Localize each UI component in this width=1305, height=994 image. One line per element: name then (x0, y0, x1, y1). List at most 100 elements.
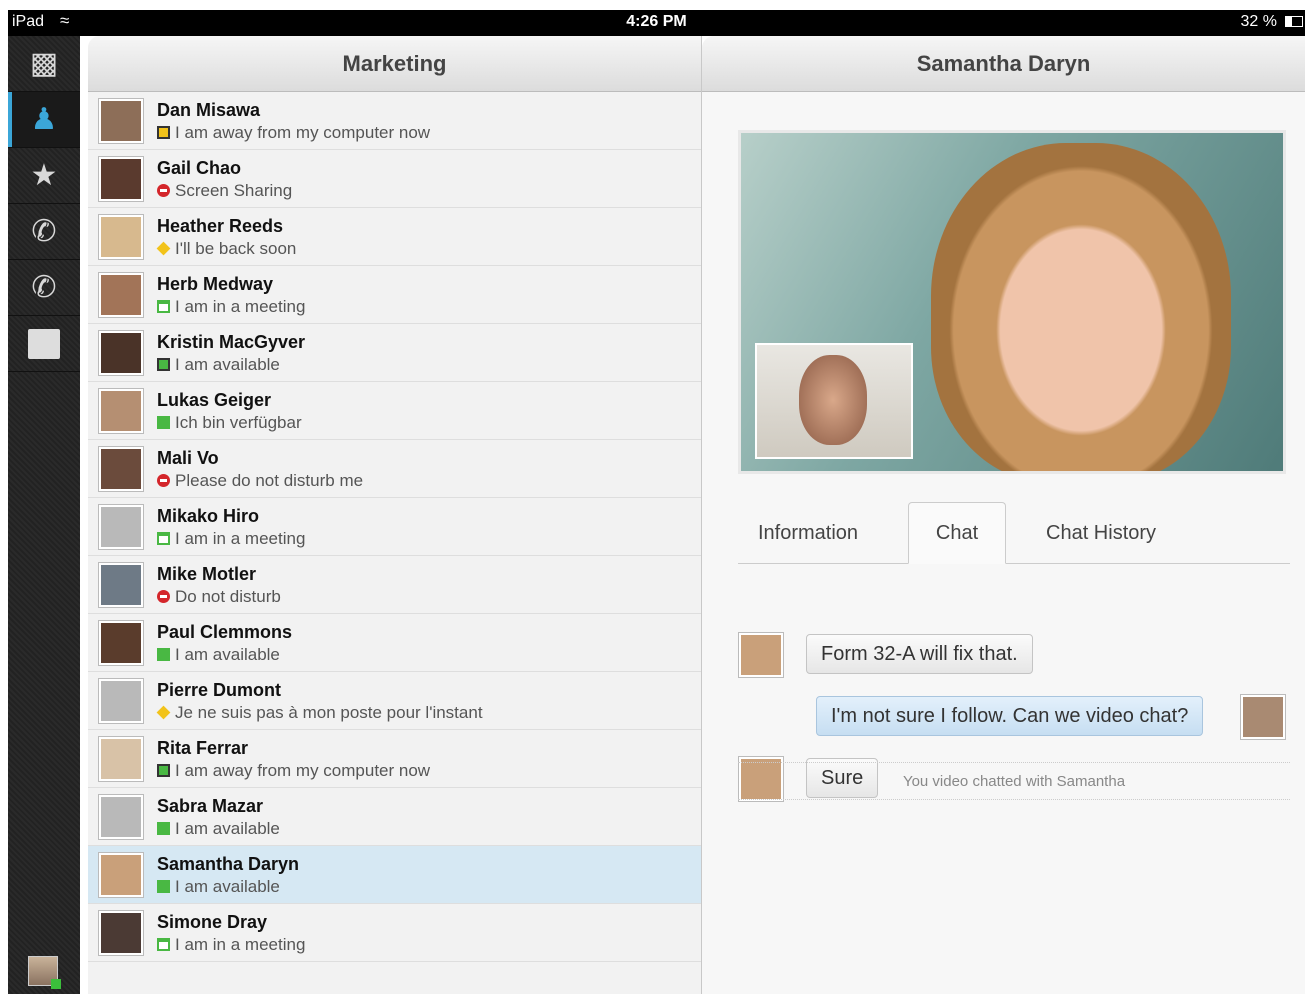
contact-row[interactable]: Dan Misawa I am away from my computer now (88, 92, 701, 150)
nav-calls[interactable]: ✆ (8, 204, 80, 260)
contact-name: Mali Vo (157, 448, 219, 468)
contact-row[interactable]: Simone Dray I am in a meeting (88, 904, 701, 962)
contact-name: Rita Ferrar (157, 738, 249, 758)
contact-name: Sabra Mazar (157, 796, 264, 816)
phone-icon: ✆ (31, 215, 57, 248)
avatar (98, 504, 144, 550)
message-bubble: Form 32-A will fix that. (806, 634, 1033, 674)
contact-status: I am away from my computer now (157, 761, 430, 781)
status-bar: iPad ≈ 4:26 PM 32 % (8, 10, 1305, 36)
presence-available-icon (157, 880, 170, 893)
contact-row[interactable]: Mali Vo Please do not disturb me (88, 440, 701, 498)
tab-information[interactable]: Information (758, 502, 858, 564)
avatar (98, 736, 144, 782)
contact-row[interactable]: Rita Ferrar I am away from my computer no… (88, 730, 701, 788)
avatar (98, 330, 144, 376)
contact-name: Simone Dray (157, 912, 268, 932)
contact-name: Mikako Hiro (157, 506, 260, 526)
contact-status: Please do not disturb me (157, 471, 363, 491)
contact-row[interactable]: Mike Motler Do not disturb (88, 556, 701, 614)
presence-away-icon (157, 764, 170, 777)
contact-name: Lukas Geiger (157, 390, 272, 410)
contact-row[interactable]: Gail Chao Screen Sharing (88, 150, 701, 208)
contact-row[interactable]: Pierre Dumont Je ne suis pas à mon poste … (88, 672, 701, 730)
battery-icon (1285, 16, 1303, 27)
contact-status: I am in a meeting (157, 529, 305, 549)
avatar (98, 214, 144, 260)
tab-chat[interactable]: Chat (908, 502, 1006, 564)
contact-status: Do not disturb (157, 587, 281, 607)
avatar (98, 272, 144, 318)
my-avatar[interactable] (28, 956, 61, 989)
presence-meeting-icon (157, 938, 170, 951)
presence-meeting-icon (157, 300, 170, 313)
nav-contacts[interactable]: ♟ (8, 92, 80, 148)
remote-video-face (931, 143, 1231, 471)
avatar (98, 446, 144, 492)
phone-icon: ✆ (31, 271, 57, 304)
contact-row[interactable]: Mikako Hiro I am in a meeting (88, 498, 701, 556)
contact-name: Kristin MacGyver (157, 332, 306, 352)
presence-away-y-icon (157, 126, 170, 139)
avatar (98, 562, 144, 608)
contact-row[interactable]: Paul Clemmons I am available (88, 614, 701, 672)
contact-list[interactable]: I am in a meeting Dan Misawa I am away fro… (88, 72, 701, 962)
tab-chat-history[interactable]: Chat History (1046, 502, 1156, 564)
contact-status: Je ne suis pas à mon poste pour l'instan… (156, 703, 483, 723)
video-call-view[interactable] (738, 130, 1286, 474)
contact-row[interactable]: Lukas Geiger Ich bin verfügbar (88, 382, 701, 440)
contact-name: Dan Misawa (157, 100, 261, 120)
avatar (98, 620, 144, 666)
avatar (98, 794, 144, 840)
contact-status: I am away from my computer now (157, 123, 430, 143)
nav-favorites[interactable]: ★ (8, 148, 80, 204)
contact-row[interactable]: Samantha Daryn I am available (88, 846, 701, 904)
presence-dnd-icon (157, 590, 170, 603)
contacts-person-icon: ♟ (30, 103, 58, 136)
contact-row[interactable]: Herb Medway I am in a meeting (88, 266, 701, 324)
contact-name: Gail Chao (157, 158, 242, 178)
contact-status: I am in a meeting (157, 297, 305, 317)
avatar (98, 156, 144, 202)
presence-available-icon (157, 648, 170, 661)
contact-status: I am available (157, 819, 280, 839)
avatar (738, 632, 784, 678)
message-bubble: I'm not sure I follow. Can we video chat… (816, 696, 1204, 736)
favorites-star-icon: ★ (30, 159, 58, 192)
detail-title: Samantha Daryn (916, 50, 1091, 76)
battery-percent: 32 % (1240, 13, 1277, 30)
contact-detail-panel: Samantha Daryn ✆ Information Chat Chat H… (702, 36, 1305, 994)
presence-dnd-icon (157, 474, 170, 487)
contact-status: Screen Sharing (157, 181, 292, 201)
system-note: You video chatted with Samantha (738, 762, 1290, 800)
nav-meetings[interactable] (8, 316, 80, 372)
nav-chats[interactable]: ▩ (8, 36, 80, 92)
contact-row[interactable]: Sabra Mazar I am available (88, 788, 701, 846)
contact-name: Pierre Dumont (157, 680, 282, 700)
contact-name: Paul Clemmons (157, 622, 293, 642)
contact-status: I am available (157, 645, 280, 665)
detail-header: Samantha Daryn (702, 36, 1305, 92)
square-icon (28, 328, 60, 359)
contact-status: I am available (157, 355, 280, 375)
contact-name: Herb Medway (157, 274, 274, 294)
contact-name: Samantha Daryn (157, 854, 300, 874)
contact-row[interactable]: Heather Reeds I'll be back soon (88, 208, 701, 266)
avatar (98, 852, 144, 898)
presence-indicator (51, 979, 61, 989)
contact-status: I'll be back soon (156, 239, 296, 259)
avatar (1240, 694, 1286, 740)
contact-list-header: Marketing (88, 36, 701, 92)
detail-tabs: Information Chat Chat History (738, 502, 1290, 564)
self-video-preview[interactable] (755, 343, 913, 459)
group-title: Marketing (342, 50, 447, 76)
contact-list-panel: Marketing I am in a meetingDan MisawaI a… (88, 36, 702, 994)
clock: 4:26 PM (626, 13, 687, 30)
contact-status: I am available (157, 877, 280, 897)
contact-row[interactable]: Kristin MacGyver I am available (88, 324, 701, 382)
nav-voicemail[interactable]: ✆ (8, 260, 80, 316)
contact-status: I am in a meeting (157, 935, 305, 955)
chat-bubble-icon: ▩ (29, 47, 59, 80)
contact-status: Ich bin verfügbar (157, 413, 302, 433)
avatar (98, 98, 144, 144)
